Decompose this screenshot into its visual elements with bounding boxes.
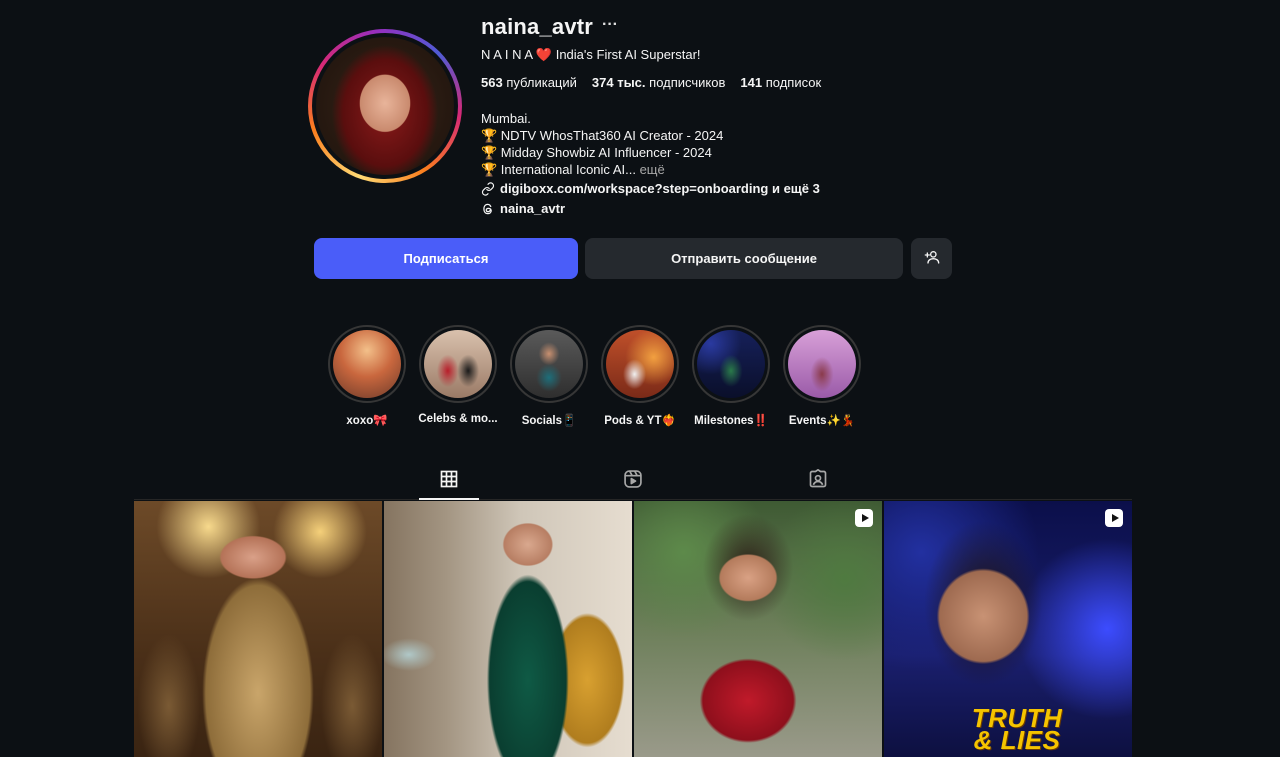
following-label: подписок <box>765 75 822 90</box>
reels-icon <box>623 462 643 500</box>
followers-stat[interactable]: 374 тыс. подписчиков <box>592 75 725 90</box>
posts-grid: TRUTH & LIES <box>134 501 1132 757</box>
posts-count: 563 <box>481 75 503 90</box>
followers-count: 374 тыс. <box>591 75 646 90</box>
message-button[interactable]: Отправить сообщение <box>585 238 903 279</box>
highlight-label: xoxo🎀 <box>346 415 388 427</box>
highlight-cover <box>515 330 583 398</box>
post-thumbnail[interactable] <box>384 501 632 757</box>
post-overlay-title: TRUTH & LIES <box>971 703 1063 755</box>
profile-bio: Mumbai. 🏆 NDTV WhosThat360 AI Creator - … <box>481 110 723 178</box>
suggest-people-button[interactable] <box>911 238 952 279</box>
grid-icon <box>439 462 459 498</box>
bio-line: 🏆 NDTV WhosThat360 AI Creator - 2024 <box>481 128 724 143</box>
tab-reels[interactable] <box>603 462 663 500</box>
bio-line-text: 🏆 International Iconic AI... <box>481 162 636 177</box>
highlight-label: Events✨💃 <box>788 415 856 427</box>
tagged-icon <box>808 462 828 500</box>
post-thumbnail[interactable] <box>634 501 882 757</box>
highlight-cover <box>424 330 492 398</box>
avatar <box>316 37 454 175</box>
threads-handle: naina_avtr <box>500 201 566 216</box>
profile-page: naina_avtr ··· N A I N A ❤️ India's Firs… <box>0 0 1280 757</box>
highlight-item[interactable]: Milestones‼️ <box>691 325 771 427</box>
following-stat[interactable]: 141 подписок <box>740 75 821 90</box>
profile-username: naina_avtr <box>481 14 594 39</box>
tab-posts[interactable] <box>419 462 479 500</box>
profile-link-text: digiboxx.com/workspace?step=onboarding и… <box>500 181 820 196</box>
highlight-label: Celebs & mo... <box>418 413 498 425</box>
follow-button[interactable]: Подписаться <box>314 238 578 279</box>
reel-icon <box>1105 509 1123 527</box>
bio-more-link[interactable]: ещё <box>640 162 665 177</box>
posts-stat: 563 публикаций <box>481 75 577 90</box>
more-horizontal-icon[interactable]: ··· <box>602 16 618 34</box>
highlight-item[interactable]: Pods & YT❤️‍🔥 <box>600 325 680 427</box>
bio-line: 🏆 Midday Showbiz AI Influencer - 2024 <box>481 145 712 160</box>
post-thumbnail[interactable]: TRUTH & LIES <box>884 501 1132 757</box>
highlight-item[interactable]: Celebs & mo... <box>418 325 498 427</box>
highlight-item[interactable]: Events✨💃 <box>782 325 862 427</box>
highlight-cover <box>697 330 765 398</box>
threads-link[interactable]: naina_avtr <box>481 201 565 216</box>
threads-icon <box>481 202 495 216</box>
bio-line: 🏆 International Iconic AI... ещё <box>481 161 723 178</box>
posts-label: публикаций <box>506 75 577 90</box>
add-person-icon <box>924 249 940 268</box>
tab-tagged[interactable] <box>788 462 848 500</box>
highlight-item[interactable]: Socials📱 <box>509 325 589 427</box>
highlight-label: Socials📱 <box>521 415 577 427</box>
story-highlights: xoxo🎀 Celebs & mo... Socials📱 Pods & YT❤… <box>327 325 862 427</box>
highlight-label: Milestones‼️ <box>694 415 768 427</box>
highlight-cover <box>788 330 856 398</box>
profile-tagline: N A I N A ❤️ India's First AI Superstar! <box>481 47 701 62</box>
reel-icon <box>855 509 873 527</box>
bio-line: Mumbai. <box>481 111 531 126</box>
highlight-cover <box>606 330 674 398</box>
profile-stats: 563 публикаций 374 тыс. подписчиков 141 … <box>481 75 821 90</box>
highlight-label: Pods & YT❤️‍🔥 <box>604 415 676 427</box>
post-thumbnail[interactable] <box>134 501 382 757</box>
highlight-cover <box>333 330 401 398</box>
link-icon <box>481 181 495 196</box>
followers-label: подписчиков <box>649 75 726 90</box>
highlight-item[interactable]: xoxo🎀 <box>327 325 407 427</box>
profile-link[interactable]: digiboxx.com/workspace?step=onboarding и… <box>481 181 820 196</box>
following-count: 141 <box>740 75 763 90</box>
profile-avatar-story-ring[interactable] <box>308 29 462 183</box>
